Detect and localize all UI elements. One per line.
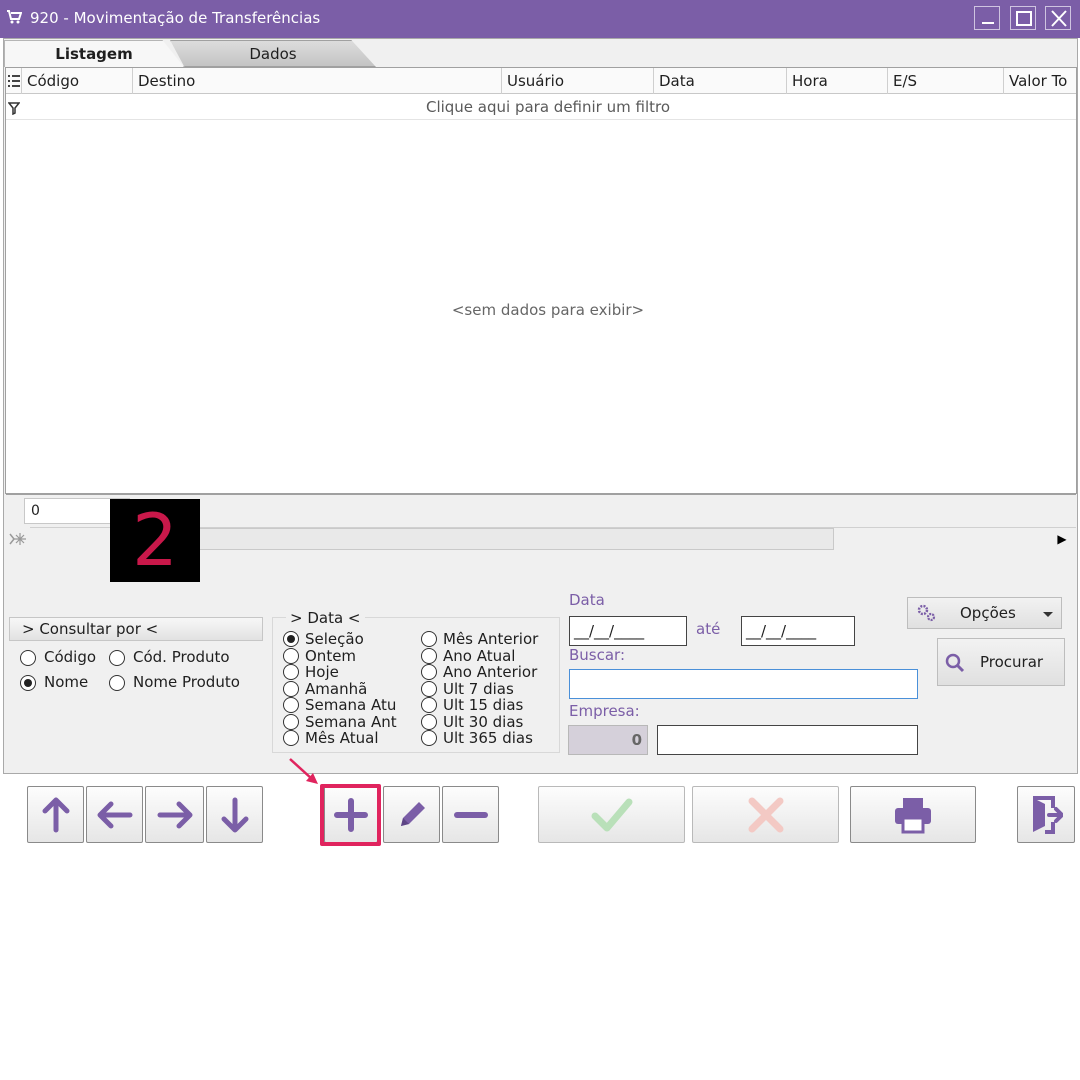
radio-label-ano-anterior: Ano Anterior — [443, 663, 538, 681]
scrollbar-thumb[interactable] — [110, 528, 834, 550]
move-last-button[interactable] — [206, 786, 263, 843]
new-row-icon — [8, 530, 26, 548]
radio-ontem[interactable] — [283, 648, 299, 664]
column-chooser-icon[interactable] — [8, 73, 20, 89]
radio-codigo[interactable] — [20, 650, 36, 666]
column-header-es[interactable]: E/S — [887, 68, 1004, 94]
delete-button[interactable] — [442, 786, 499, 843]
radio-label-ult-15-dias: Ult 15 dias — [443, 696, 524, 714]
column-header-destino[interactable]: Destino — [132, 68, 502, 94]
x-cancel-icon — [748, 797, 783, 832]
radio-label-mes-atual: Mês Atual — [305, 729, 379, 747]
radio-mes-anterior[interactable] — [421, 631, 437, 647]
opcoes-label: Opções — [960, 604, 1016, 622]
radio-label-nome-produto: Nome Produto — [133, 673, 240, 691]
add-button-highlight — [320, 784, 381, 846]
buscar-label: Buscar: — [569, 646, 626, 664]
opcoes-button[interactable]: Opções — [907, 597, 1062, 629]
radio-semana-ant[interactable] — [283, 714, 299, 730]
radio-ult-30-dias[interactable] — [421, 714, 437, 730]
radio-label-mes-anterior: Mês Anterior — [443, 630, 539, 648]
column-header-codigo[interactable]: Código — [21, 68, 133, 94]
confirm-button[interactable] — [538, 786, 685, 843]
minimize-button[interactable] — [974, 6, 1000, 30]
filter-hint[interactable]: Clique aqui para definir um filtro — [0, 98, 1080, 116]
tab-dados[interactable]: Dados — [170, 40, 376, 67]
ate-label: até — [696, 620, 721, 638]
chevron-down-icon — [1042, 606, 1054, 624]
radio-ano-anterior[interactable] — [421, 664, 437, 680]
arrow-down-icon — [221, 797, 248, 832]
column-header-valor-total[interactable]: Valor To — [1003, 68, 1077, 94]
cancel-button[interactable] — [692, 786, 839, 843]
pencil-icon — [400, 801, 425, 826]
radio-ult-365-dias[interactable] — [421, 730, 437, 746]
radio-label-ult-365-dias: Ult 365 dias — [443, 729, 533, 747]
empty-grid-message: <sem dados para exibir> — [451, 301, 645, 319]
print-button[interactable] — [850, 786, 976, 843]
arrow-up-icon — [42, 797, 69, 832]
radio-ult-7-dias[interactable] — [421, 681, 437, 697]
step-number-badge: 2 — [110, 499, 200, 582]
radio-cod-produto[interactable] — [109, 650, 125, 666]
radio-selecao[interactable] — [283, 631, 299, 647]
edit-button[interactable] — [383, 786, 440, 843]
exit-door-icon — [1033, 795, 1063, 834]
column-header-usuario[interactable]: Usuário — [501, 68, 654, 94]
move-first-button[interactable] — [27, 786, 84, 843]
radio-hoje[interactable] — [283, 664, 299, 680]
column-header-data[interactable]: Data — [653, 68, 787, 94]
radio-label-cod-produto: Cód. Produto — [133, 648, 230, 666]
radio-nome[interactable] — [20, 675, 36, 691]
scroll-right-arrow-icon[interactable]: ▶ — [1052, 530, 1072, 548]
procurar-label: Procurar — [980, 653, 1044, 671]
procurar-button[interactable]: Procurar — [937, 638, 1065, 686]
exit-button[interactable] — [1017, 786, 1075, 843]
radio-label-codigo: Código — [44, 648, 97, 666]
radio-nome-produto[interactable] — [109, 675, 125, 691]
pointer-arrow-icon — [288, 757, 322, 787]
column-header-hora[interactable]: Hora — [786, 68, 888, 94]
radio-amanha[interactable] — [283, 681, 299, 697]
search-icon — [944, 652, 966, 678]
checkmark-icon — [591, 798, 632, 831]
radio-ult-15-dias[interactable] — [421, 697, 437, 713]
data-label: Data — [569, 591, 605, 609]
date-to-field[interactable]: __/__/____ — [741, 616, 855, 646]
data-grid — [5, 67, 1077, 494]
empresa-label: Empresa: — [569, 702, 640, 720]
buscar-input[interactable] — [569, 669, 918, 699]
printer-icon — [895, 797, 931, 833]
tab-listagem[interactable]: Listagem — [4, 40, 184, 67]
radio-label-nome: Nome — [44, 673, 89, 691]
radio-label-selecao: Seleção — [305, 630, 364, 648]
arrow-right-icon — [157, 801, 192, 828]
radio-label-hoje: Hoje — [305, 663, 339, 681]
radio-semana-atu[interactable] — [283, 697, 299, 713]
data-filter-title: > Data < — [286, 609, 365, 627]
close-button[interactable] — [1045, 6, 1071, 30]
radio-ano-atual[interactable] — [421, 648, 437, 664]
empresa-name-field[interactable] — [657, 725, 918, 755]
radio-label-semana-atu: Semana Atu — [305, 696, 397, 714]
maximize-button[interactable] — [1010, 6, 1036, 30]
move-next-button[interactable] — [145, 786, 204, 843]
empresa-code-field[interactable]: 0 — [568, 725, 648, 755]
consultar-por-header[interactable]: > Consultar por < — [9, 617, 263, 641]
move-previous-button[interactable] — [86, 786, 143, 843]
gears-icon — [916, 603, 938, 627]
arrow-left-icon — [97, 801, 132, 828]
window-title: 920 - Movimentação de Transferências — [30, 9, 321, 27]
date-from-field[interactable]: __/__/____ — [569, 616, 687, 646]
radio-mes-atual[interactable] — [283, 730, 299, 746]
minus-icon — [453, 811, 488, 818]
cart-icon — [6, 9, 24, 27]
